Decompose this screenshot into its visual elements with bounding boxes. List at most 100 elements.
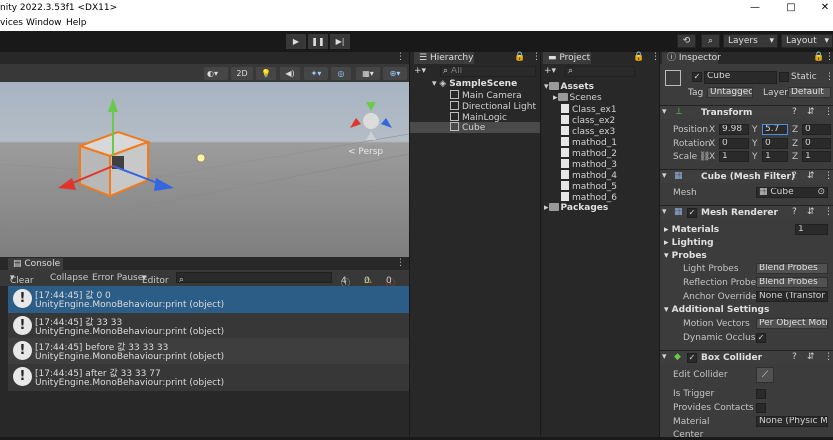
preset-icon[interactable]: ⇵ [807, 107, 815, 117]
tab-console[interactable]: ▤ Console [8, 258, 63, 270]
add-button[interactable]: +▾ [544, 66, 556, 76]
position-z-input[interactable]: 0 [802, 124, 831, 135]
project-folder-packages[interactable]: ▸ Packages [544, 203, 608, 213]
search-icon[interactable]: ⌕ [701, 34, 720, 48]
preset-icon[interactable]: ⇵ [807, 352, 815, 362]
lock-icon[interactable]: 🔒 [514, 52, 525, 62]
y-arrow-icon[interactable] [108, 98, 118, 112]
log-row[interactable]: ! [17:44:45] before 값 33 33 33 UnityEngi… [8, 338, 409, 365]
materials-foldout[interactable]: ▸ Materials [664, 225, 719, 235]
scene-view[interactable] [0, 64, 409, 257]
probes-foldout[interactable]: ▾ Probes [664, 251, 707, 261]
more-icon[interactable]: ⋮ [396, 52, 405, 62]
project-search-input[interactable]: ⌕ [565, 66, 635, 77]
menu-services[interactable]: vices [0, 18, 23, 28]
project-file[interactable]: class_ex2 [561, 115, 615, 126]
position-y-input[interactable]: 5.7 [762, 124, 788, 135]
rotation-y-input[interactable]: 0 [762, 138, 788, 149]
additional-settings-foldout[interactable]: ▾ Additional Settings [664, 305, 769, 315]
edit-collider-button[interactable]: ⟋ [756, 367, 774, 383]
scale-z-input[interactable]: 1 [802, 151, 831, 162]
persp-label[interactable]: < Persp [348, 147, 383, 157]
clear-button[interactable]: Clear ▾ [10, 273, 34, 286]
preset-icon[interactable]: ⇵ [807, 207, 815, 217]
orientation-gizmo[interactable] [350, 102, 392, 140]
log-row[interactable]: ! [17:44:45] 값 0 0 UnityEngine.MonoBehav… [8, 286, 409, 313]
project-folder-assets[interactable]: ▾ Assets [544, 82, 594, 92]
gizmos-icon[interactable]: ⊕▾ [383, 67, 407, 80]
light-probes-dropdown[interactable]: Blend Probes [756, 263, 828, 274]
reflection-probes-dropdown[interactable]: Blend Probes [756, 277, 828, 288]
project-file[interactable]: class_ex3 [561, 126, 615, 137]
rotation-x-input[interactable]: 0 [719, 138, 749, 149]
layer-dropdown[interactable]: Default [788, 87, 831, 98]
more-icon[interactable]: ⋮ [396, 258, 405, 268]
mesh-filter-header[interactable]: ▾ ▦ Cube (Mesh Filter) ? ⇵ ⋮ [660, 169, 833, 183]
project-file[interactable]: mathod_1 [561, 137, 617, 148]
grid-icon[interactable]: ▦▾ [356, 67, 380, 80]
more-icon[interactable]: ⋮ [651, 52, 660, 62]
play-button[interactable]: ▶ [286, 34, 306, 49]
x-arrow-icon[interactable] [58, 178, 76, 190]
more-icon[interactable]: ⋮ [824, 352, 833, 362]
collapse-button[interactable]: Collapse [50, 273, 88, 283]
console-search-input[interactable]: ⌕ [176, 272, 332, 283]
hierarchy-search-input[interactable]: ⌕ All [440, 66, 536, 77]
audio-icon[interactable]: ◀) [280, 67, 300, 80]
log-row[interactable]: ! [17:44:45] after 값 33 33 77 UnityEngin… [8, 364, 409, 391]
pause-button[interactable]: ❚❚ [308, 34, 328, 49]
mesh-field[interactable]: ▦ Cube ⊙ [756, 187, 828, 198]
more-icon[interactable]: ⋮ [824, 171, 833, 181]
layout-dropdown[interactable]: Layout ▾ [781, 34, 833, 48]
editor-dropdown[interactable]: Editor ▾ [142, 273, 169, 286]
lock-icon[interactable]: 🔒 [813, 52, 824, 62]
enabled-checkbox[interactable]: ✓ [687, 353, 697, 363]
more-icon[interactable]: ⋮ [824, 107, 833, 117]
position-x-input[interactable]: 9.98 [719, 124, 749, 135]
2d-toggle[interactable]: 2D [231, 67, 253, 80]
rotation-z-input[interactable]: 0 [802, 138, 831, 149]
tab-project[interactable]: ▬ Project [543, 52, 591, 64]
lighting-icon[interactable]: 💡 [256, 67, 276, 80]
static-checkbox[interactable] [779, 72, 789, 82]
close-button[interactable]: ✕ [818, 2, 832, 14]
project-file[interactable]: mathod_3 [561, 159, 617, 170]
add-button[interactable]: +▾ [414, 66, 426, 76]
minimize-button[interactable]: — [748, 2, 762, 14]
more-icon[interactable]: ⋮ [824, 207, 833, 217]
project-file[interactable]: Class_ex1 [561, 104, 617, 115]
enabled-checkbox[interactable]: ✓ [687, 208, 697, 218]
help-icon[interactable]: ? [792, 352, 797, 362]
tab-hierarchy[interactable]: ☰ Hierarchy [414, 52, 474, 64]
hierarchy-item-directional-light[interactable]: Directional Light [450, 101, 536, 112]
project-file[interactable]: mathod_2 [561, 148, 617, 159]
menu-window[interactable]: Window [26, 18, 62, 28]
tab-inspector[interactable]: ⓘ Inspector [662, 52, 721, 64]
log-row[interactable]: ! [17:44:45] 값 33 33 UnityEngine.MonoBeh… [8, 313, 409, 340]
mesh-renderer-header[interactable]: ▾ ▦ ✓ Mesh Renderer ? ⇵ ⋮ [660, 205, 833, 219]
hidden-objects-icon[interactable]: ◎ [331, 67, 351, 80]
help-icon[interactable]: ? [792, 171, 797, 181]
project-file[interactable]: mathod_5 [561, 181, 617, 192]
draw-mode-button[interactable]: ◐▾ [204, 67, 228, 80]
preset-icon[interactable]: ⇵ [807, 171, 815, 181]
provides-contacts-checkbox[interactable] [756, 403, 766, 413]
active-checkbox[interactable]: ✓ [692, 72, 702, 82]
motion-vectors-dropdown[interactable]: Per Object Moti [756, 318, 828, 329]
box-collider-header[interactable]: ▾ ◆ ✓ Box Collider ? ⇵ ⋮ [660, 350, 833, 364]
hierarchy-item-cube[interactable]: Cube [410, 122, 540, 133]
scale-x-input[interactable]: 1 [719, 151, 749, 162]
step-button[interactable]: ▶| [330, 34, 350, 49]
project-folder-scenes[interactable]: ▸ Scenes [553, 93, 602, 103]
transform-header[interactable]: ▾ ⊥ Transform ? ⇵ ⋮ [660, 105, 833, 119]
help-icon[interactable]: ? [792, 107, 797, 117]
dynamic-occlusion-checkbox[interactable]: ✓ [756, 333, 766, 343]
object-name-input[interactable]: Cube [704, 71, 777, 84]
scene-root[interactable]: ▾ ◈ SampleScene [432, 79, 517, 89]
is-trigger-checkbox[interactable] [756, 389, 766, 399]
material-field[interactable]: None (Physic M [756, 416, 828, 427]
help-icon[interactable]: ? [792, 207, 797, 217]
lock-icon[interactable]: 🔒 [633, 52, 644, 62]
materials-count[interactable]: 1 [795, 224, 828, 235]
more-icon[interactable]: ⋮ [532, 52, 541, 62]
